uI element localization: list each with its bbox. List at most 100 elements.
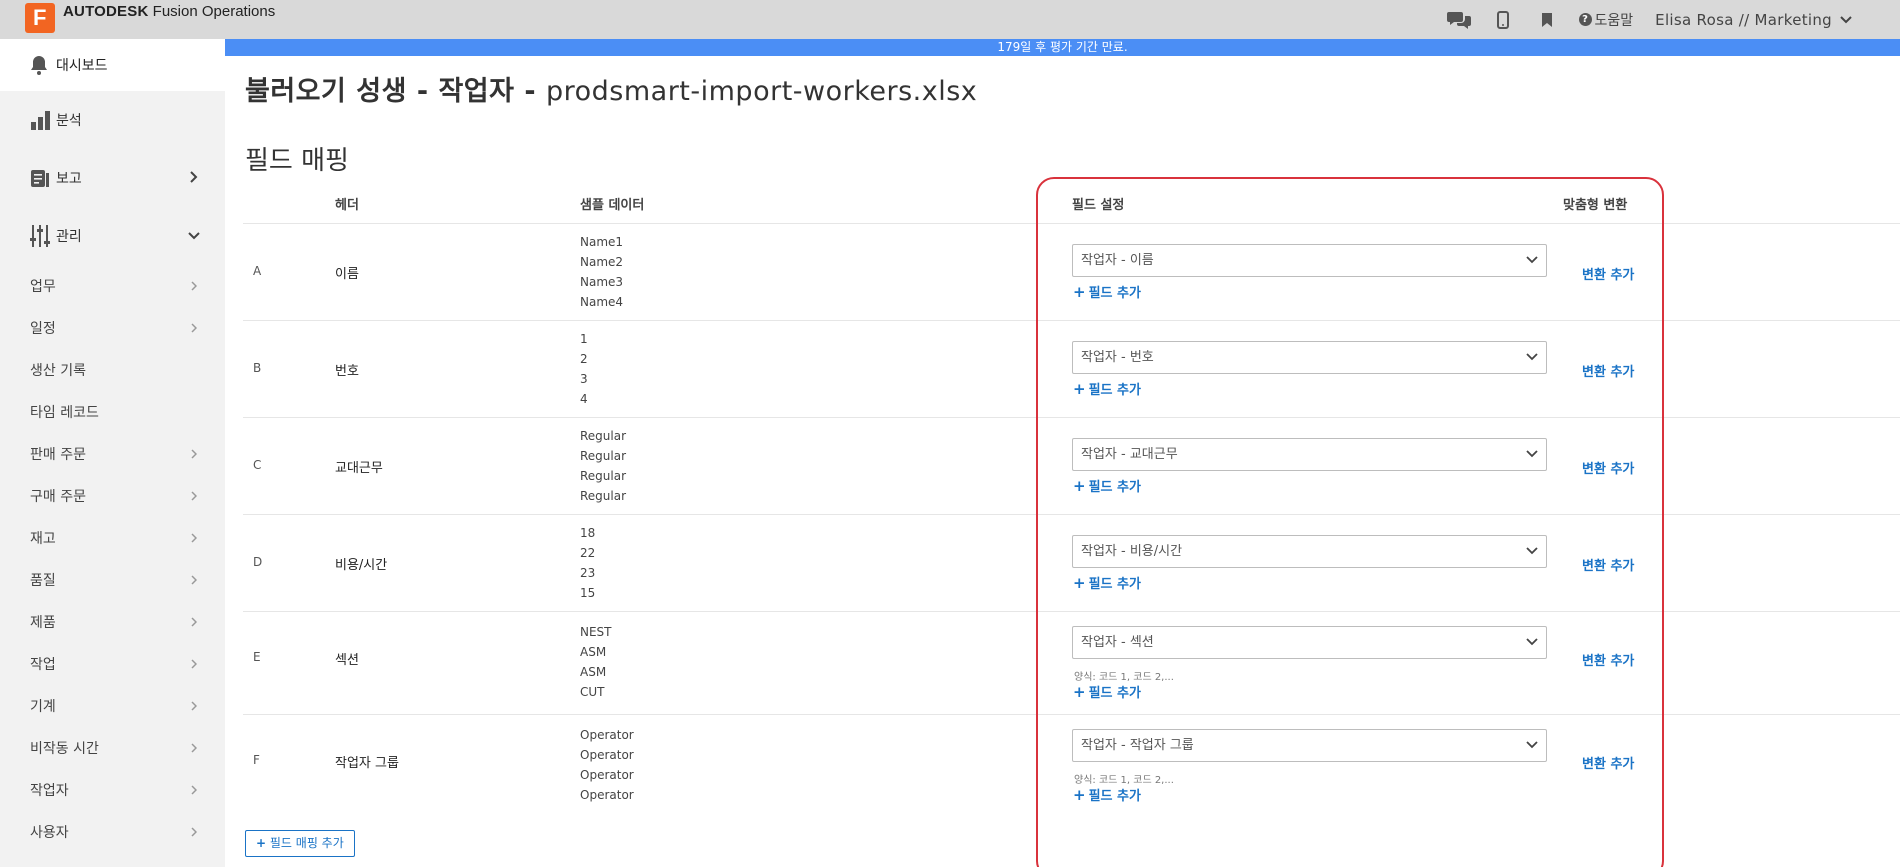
report-icon (31, 170, 49, 187)
sidebar-subitem[interactable]: 일정 (0, 307, 225, 349)
column-header-custom: 맞춤형 변환 (1563, 198, 1628, 213)
field-select[interactable]: 작업자 - 번호 (1072, 341, 1547, 374)
sample-value: 22 (580, 546, 596, 560)
add-field-link[interactable]: + 필드 추가 (1073, 282, 1141, 301)
mapping-row: A 이름 Name1 Name2 Name3 Name4 작업자 - 이름 + 필드 추가 변환 … (243, 223, 1900, 320)
sidebar-subitem[interactable]: 판매 주문 (0, 433, 225, 475)
add-transform-link[interactable]: 변환 추가 (1582, 264, 1634, 283)
sidebar-subitem[interactable]: 작업자 (0, 769, 225, 811)
mapping-row: F 작업자 그룹 Operator Operator Operator Operator 작… (243, 714, 1900, 814)
add-transform-link[interactable]: 변환 추가 (1582, 361, 1634, 380)
add-transform-link[interactable]: 변환 추가 (1582, 458, 1634, 477)
bell-icon (31, 56, 47, 75)
app-logo[interactable]: AUTODESK Fusion Operations (25, 3, 275, 33)
fusion-logo-icon (25, 3, 55, 33)
chevron-right-icon (191, 827, 197, 837)
header-name: 비용/시간 (335, 558, 388, 573)
chevron-down-icon (1526, 256, 1538, 264)
trial-banner: 179일 후 평가 기간 만료. (225, 39, 1900, 56)
sidebar-subitem-label: 재고 (30, 531, 56, 547)
column-letter: F (253, 753, 260, 767)
sliders-icon (30, 225, 50, 247)
sidebar-subitem[interactable]: 기계 (0, 685, 225, 727)
sidebar-subitem-label: 생산 기록 (30, 363, 86, 379)
add-transform-link[interactable]: 변환 추가 (1582, 753, 1634, 772)
sample-value: ASM (580, 645, 607, 659)
sidebar-item-reports[interactable]: 보고 (0, 149, 225, 207)
plus-icon: + (1073, 574, 1086, 592)
column-letter: B (253, 361, 262, 375)
field-select-value: 작업자 - 교대근무 (1081, 447, 1178, 462)
add-field-link[interactable]: + 필드 추가 (1073, 573, 1141, 592)
add-field-mapping-button[interactable]: + 필드 매핑 추가 (245, 830, 355, 857)
plus-icon: + (1073, 283, 1086, 301)
add-field-label: 필드 추가 (1088, 286, 1141, 301)
bookmark-icon[interactable] (1535, 8, 1559, 32)
plus-icon: + (1073, 477, 1086, 495)
format-hint: 양식: 코드 1, 코드 2,... (1074, 672, 1174, 683)
sidebar-subitem[interactable]: 타임 레코드 (0, 391, 225, 433)
bar-chart-icon (31, 111, 50, 130)
add-field-link[interactable]: + 필드 추가 (1073, 682, 1141, 701)
sidebar-item-manage[interactable]: 관리 (0, 207, 225, 265)
add-field-link[interactable]: + 필드 추가 (1073, 379, 1141, 398)
sample-value: 4 (580, 392, 588, 406)
sidebar-subitem[interactable]: 제품 (0, 601, 225, 643)
header-name: 이름 (335, 267, 359, 282)
sidebar-subitem[interactable]: 재고 (0, 517, 225, 559)
add-field-link[interactable]: + 필드 추가 (1073, 476, 1141, 495)
add-mapping-label: 필드 매핑 추가 (269, 836, 344, 850)
field-select[interactable]: 작업자 - 작업자 그룹 (1072, 729, 1547, 762)
sidebar-item-label: 보고 (56, 171, 82, 187)
field-select[interactable]: 작업자 - 교대근무 (1072, 438, 1547, 471)
sidebar-subitem-label: 기계 (30, 699, 56, 715)
sidebar-subitem[interactable]: 생산 기록 (0, 349, 225, 391)
sidebar-subitem[interactable]: 업무 (0, 265, 225, 307)
sidebar-subitem[interactable]: 품질 (0, 559, 225, 601)
help-link[interactable]: ? 도움말 (1578, 10, 1633, 30)
column-letter: D (253, 555, 263, 569)
field-select-value: 작업자 - 비용/시간 (1081, 544, 1183, 559)
chevron-right-icon (191, 533, 197, 543)
sample-value: Operator (580, 788, 634, 802)
sidebar: 대시보드 분석 보고 관리 업무 일정생산 기록타임 레코드판매 주문구매 주문재… (0, 39, 225, 867)
add-transform-link[interactable]: 변환 추가 (1582, 650, 1634, 669)
sample-data: NEST ASM ASM CUT (580, 622, 612, 702)
brand-name: AUTODESK Fusion Operations (63, 2, 276, 20)
field-select[interactable]: 작업자 - 이름 (1072, 244, 1547, 277)
sample-value: 23 (580, 566, 596, 580)
sample-value: Regular (580, 429, 627, 443)
field-select-value: 작업자 - 번호 (1081, 350, 1154, 365)
sidebar-subitem[interactable]: 사용자 (0, 811, 225, 853)
add-field-link[interactable]: + 필드 추가 (1073, 785, 1141, 804)
sidebar-subitem-label: 타임 레코드 (30, 405, 99, 421)
sidebar-subitem-label: 구매 주문 (30, 489, 86, 505)
field-select[interactable]: 작업자 - 비용/시간 (1072, 535, 1547, 568)
sidebar-item-analysis[interactable]: 분석 (0, 91, 225, 149)
chevron-right-icon (191, 281, 197, 291)
sample-data: Operator Operator Operator Operator (580, 725, 634, 805)
sidebar-subitem[interactable]: 비작동 시간 (0, 727, 225, 769)
sample-value: Name4 (580, 295, 624, 309)
sidebar-item-label: 대시보드 (56, 58, 108, 74)
user-menu[interactable]: Elisa Rosa // Marketing (1655, 11, 1852, 29)
header-name: 섹션 (335, 653, 359, 668)
chevron-right-icon (191, 323, 197, 333)
sample-value: NEST (580, 625, 612, 639)
header-name: 교대근무 (335, 461, 383, 476)
sample-value: 15 (580, 586, 596, 600)
chevron-down-icon (1526, 741, 1538, 749)
sample-value: ASM (580, 665, 607, 679)
add-transform-link[interactable]: 변환 추가 (1582, 555, 1634, 574)
chat-icon[interactable] (1446, 8, 1471, 32)
chevron-right-icon (191, 743, 197, 753)
field-select[interactable]: 작업자 - 섹션 (1072, 626, 1547, 659)
sidebar-subitem-label: 사용자 (30, 825, 69, 841)
chevron-right-icon (190, 171, 198, 183)
sample-value: 2 (580, 352, 588, 366)
sidebar-subitem[interactable]: 구매 주문 (0, 475, 225, 517)
mobile-icon[interactable] (1491, 8, 1515, 32)
sidebar-item-dashboard[interactable]: 대시보드 (0, 39, 225, 91)
sidebar-subitem[interactable]: 작업 (0, 643, 225, 685)
sample-value: Regular (580, 489, 627, 503)
